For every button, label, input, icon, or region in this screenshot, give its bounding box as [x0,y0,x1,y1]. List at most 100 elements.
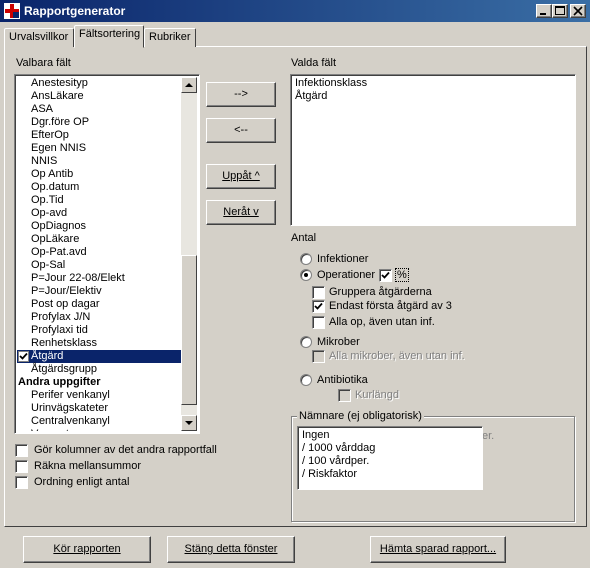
list-item-label: Åtgärd [31,350,64,362]
chosen-fields-list[interactable]: Infektionsklass Åtgärd [290,74,576,226]
alla-mikrober-checkbox[interactable] [312,350,325,363]
list-item-label: EfterOp [31,129,69,141]
list-item[interactable]: Op-avd [17,207,181,220]
add-field-button[interactable]: --> [206,82,276,107]
list-item[interactable]: Egen NNIS [17,142,181,155]
gor-kolumner-label: Gör kolumner av det andra rapportfall [34,444,217,456]
tab-label: Urvalsvillkor [9,31,69,43]
tab-label: Rubriker [149,31,191,43]
list-item[interactable]: Urinvägskateter [17,402,181,415]
chosen-fields-items: Infektionsklass Åtgärd [294,77,573,223]
radio-infektioner[interactable] [300,253,312,265]
alla-mikrober-label: Alla mikrober, även utan inf. [329,350,465,362]
list-item[interactable]: Profylaxi tid [17,324,181,337]
alla-op-label: Alla op, även utan inf. [329,316,435,328]
list-item-label: Renhetsklass [31,337,98,349]
radio-mikrober[interactable] [300,336,312,348]
list-item[interactable]: Åtgärd [17,350,181,363]
list-item[interactable]: Ingen [301,429,480,442]
list-item[interactable]: Op.datum [17,181,181,194]
available-fields-scrollbar[interactable] [181,77,197,431]
list-item[interactable]: P=Jour 22-08/Elekt [17,272,181,285]
radio-antibiotika[interactable] [300,374,312,386]
list-item-label: Op-Sal [31,259,66,271]
minimize-button[interactable] [536,4,552,18]
list-item-label: NNIS [31,155,58,167]
list-item-label: Urinvägskateter [31,402,109,414]
percent-checkbox[interactable] [379,269,392,282]
radio-operationer[interactable] [300,269,312,281]
list-item[interactable]: NNIS [17,155,181,168]
list-item[interactable]: Post op dagar [17,298,181,311]
list-item[interactable]: Op Antib [17,168,181,181]
list-item-label: Op.Tid [31,194,64,206]
available-fields-list[interactable]: Anestesityp AnsLäkare ASA Dgr.före OP EfterO… [14,74,200,434]
title-bar[interactable]: Rapportgenerator [0,0,590,22]
kurlangd-label: Kurlängd [355,389,400,401]
list-item-label: Dgr.före OP [31,116,90,128]
tab-urvalsvillkor[interactable]: Urvalsvillkor [4,28,74,47]
endast-forsta-label: Endast första åtgärd av 3 [329,300,452,312]
list-item[interactable]: Dgr.före OP [17,116,181,129]
scroll-up-button[interactable] [181,77,197,93]
rakna-mellansummor-checkbox[interactable] [15,460,28,473]
tab-faltsortering[interactable]: Fältsortering [74,25,144,48]
list-item[interactable]: Åtgärdsgrupp [17,363,181,376]
chosen-fields-label: Valda fält [291,57,337,69]
kurlangd-checkbox[interactable] [338,389,351,402]
list-item[interactable]: Perifer venkanyl [17,389,181,402]
list-item[interactable]: / 100 vårdper. [301,455,480,468]
load-report-button-label: Hämta sparad rapport... [379,543,497,555]
available-fields-label: Valbara fält [16,57,71,69]
namnare-list[interactable]: Ingen/ 1000 vårddag/ 100 vårdper. / Riskf… [297,426,483,490]
list-item[interactable]: AnsLäkare [17,90,181,103]
list-item-label: ASA [31,103,54,115]
run-report-button[interactable]: Kör rapporten [23,536,151,563]
gruppera-checkbox[interactable] [312,286,325,299]
close-window-button[interactable]: Stäng detta fönster [167,536,295,563]
list-item-label: Op-Pat.avd [31,246,87,258]
list-item[interactable]: P=Jour/Elektiv [17,285,181,298]
alla-op-checkbox[interactable] [312,316,325,329]
list-item[interactable]: Op-Sal [17,259,181,272]
remove-field-button[interactable]: <-- [206,118,276,143]
maximize-button[interactable] [552,4,568,18]
move-down-button[interactable]: Neråt v [206,200,276,225]
list-item[interactable]: Profylax J/N [17,311,181,324]
list-item[interactable]: OpLäkare [17,233,181,246]
list-item-label: Op-avd [31,207,68,219]
list-item[interactable]: Renhetsklass [17,337,181,350]
gor-kolumner-checkbox[interactable] [15,444,28,457]
list-item[interactable]: OpDiagnos [17,220,181,233]
list-item-label: Post op dagar [31,298,100,310]
list-item[interactable]: ASA [17,103,181,116]
list-item[interactable]: Venport [17,428,181,431]
list-item-label: Andra uppgifter [18,376,101,388]
list-item[interactable]: EfterOp [17,129,181,142]
list-item[interactable]: Op-Pat.avd [17,246,181,259]
move-up-button-label: Uppåt ^ [222,170,260,182]
checkmark-icon [314,302,323,310]
list-item-label: Centralvenkanyl [31,415,110,427]
scroll-thumb[interactable] [181,255,197,405]
load-report-button[interactable]: Hämta sparad rapport... [370,536,506,563]
list-item[interactable]: Anestesityp [17,77,181,90]
close-button[interactable] [570,4,586,18]
available-fields-items: Anestesityp AnsLäkare ASA Dgr.före OP EfterO… [17,77,181,431]
list-item[interactable]: / 1000 vårddag [301,442,480,455]
list-item-label: Profylax J/N [31,311,91,323]
list-item[interactable]: / Riskfaktor [301,468,480,481]
endast-forsta-checkbox[interactable] [312,300,325,313]
list-item[interactable]: Infektionsklass [294,77,573,90]
move-up-button[interactable]: Uppåt ^ [206,164,276,189]
window-title: Rapportgenerator [24,4,126,18]
list-item-label: Anestesityp [31,77,88,89]
tab-rubriker[interactable]: Rubriker [144,28,196,47]
scroll-down-button[interactable] [181,415,197,431]
list-item[interactable]: Centralvenkanyl [17,415,181,428]
list-item[interactable]: Op.Tid [17,194,181,207]
ordning-checkbox[interactable] [15,476,28,489]
list-item[interactable]: Åtgärd [294,90,573,103]
add-field-button-label: --> [234,88,248,100]
list-item-label: AnsLäkare [31,90,84,102]
